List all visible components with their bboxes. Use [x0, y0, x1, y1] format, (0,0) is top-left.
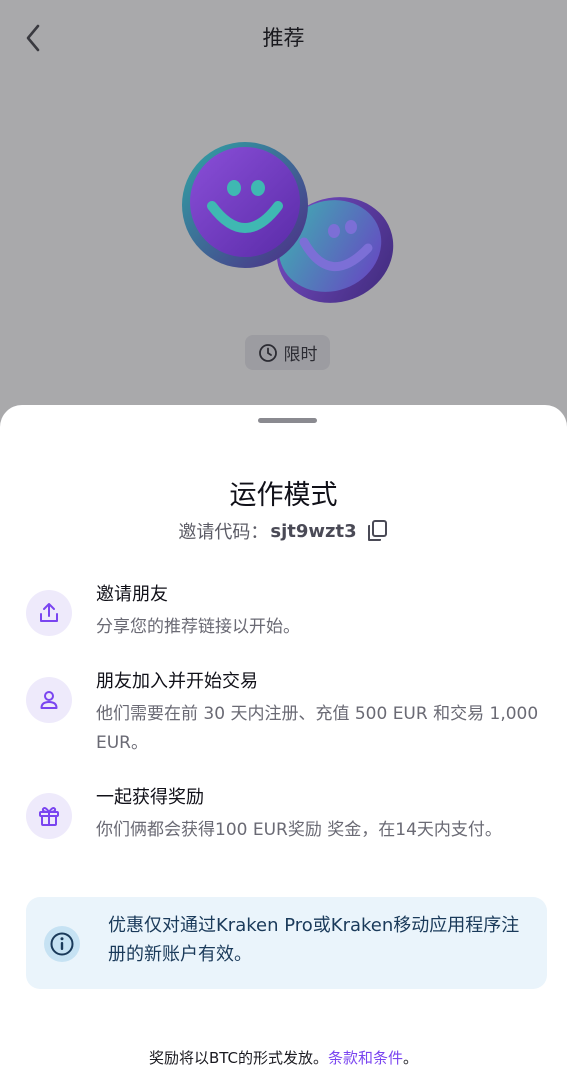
footer-text: 奖励将以BTC的形式发放。 [148, 1049, 329, 1067]
step-icon-circle [26, 677, 72, 723]
footer-suffix: 。 [403, 1049, 419, 1067]
invite-code-value: sjt9wzt3 [270, 520, 357, 542]
page-title: 推荐 [262, 26, 305, 50]
share-icon [40, 603, 58, 622]
smiley-coins-icon [182, 142, 394, 303]
step-title: 邀请朋友 [96, 584, 168, 605]
badge-label: 限时 [283, 345, 318, 365]
step-desc: 你们俩都会获得100 EUR奖励 奖金，在14天内支付。 [96, 820, 502, 840]
sheet-title: 运作模式 [229, 480, 338, 511]
bottom-sheet: 运作模式 邀请代码： sjt9wzt3 邀请朋友 分享您的推荐链接以开始。 朋友… [0, 405, 567, 1080]
user-icon [40, 691, 58, 709]
terms-link[interactable]: 条款和条件 [328, 1049, 403, 1067]
info-banner: 优惠仅对通过Kraken Pro或Kraken移动应用程序注册的新账户有效。 [26, 897, 547, 989]
invite-code-label: 邀请代码： [178, 522, 269, 543]
step-title: 一起获得奖励 [96, 787, 204, 808]
gift-icon [39, 807, 59, 826]
copy-icon[interactable] [365, 519, 389, 543]
step-icon-circle [26, 590, 72, 636]
limited-time-badge: 限时 [245, 335, 330, 370]
step-desc: 分享您的推荐链接以开始。 [96, 617, 300, 637]
drag-handle[interactable] [258, 418, 317, 423]
footer-note: 奖励将以BTC的形式发放。条款和条件。 [0, 1047, 567, 1068]
step-title: 朋友加入并开始交易 [96, 671, 258, 692]
header: 推荐 [0, 0, 567, 76]
invite-code-row: 邀请代码： sjt9wzt3 [0, 518, 567, 544]
step-desc: 他们需要在前 30 天内注册、充值 500 EUR 和交易 1,000 EUR。 [96, 704, 539, 753]
clock-icon [258, 343, 277, 362]
step-icon-circle [26, 793, 72, 839]
info-text: 优惠仅对通过Kraken Pro或Kraken移动应用程序注册的新账户有效。 [108, 915, 520, 965]
hero-illustration [170, 138, 410, 308]
info-icon [44, 926, 80, 962]
